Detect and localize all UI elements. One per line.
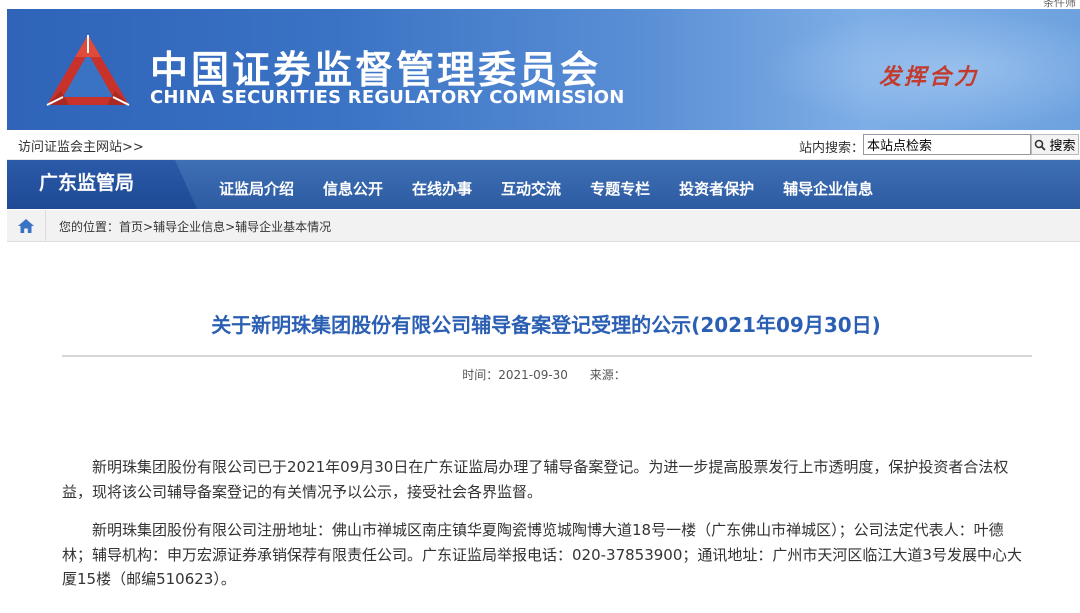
nav-item-interaction[interactable]: 互动交流 [501, 178, 561, 199]
magnifier-icon [1035, 139, 1047, 151]
csrc-logo-icon [46, 35, 130, 106]
article-title: 关于新明珠集团股份有限公司辅导备案登记受理的公示(2021年09月30日) [211, 313, 881, 337]
nav-item-online-services[interactable]: 在线办事 [412, 178, 472, 199]
breadcrumb-prefix: 您的位置： [59, 220, 120, 234]
breadcrumb-home[interactable]: 首页 [119, 220, 143, 234]
header-banner: 中国证券监督管理委员会 CHINA SECURITIES REGULATORY … [7, 9, 1080, 130]
nav-item-special-topics[interactable]: 专题专栏 [590, 178, 650, 199]
nav-item-tutoring-info[interactable]: 辅导企业信息 [783, 178, 873, 199]
breadcrumb: 您的位置：首页>辅导企业信息>辅导企业基本情况 [59, 218, 331, 235]
slogan: 发挥合力 [879, 64, 980, 90]
home-icon [18, 218, 34, 233]
article-meta: 时间：2021-09-30 来源： [0, 366, 1080, 383]
search-button[interactable]: 搜索 [1031, 134, 1079, 155]
visit-main-site-link[interactable]: 访问证监会主网站>> [18, 136, 144, 155]
nav-item-investor-protection[interactable]: 投资者保护 [679, 178, 754, 199]
home-button[interactable] [7, 210, 46, 241]
dept-tab[interactable]: 广东监管局 [7, 160, 197, 209]
article-paragraph: 新明珠集团股份有限公司已于2021年09月30日在广东证监局办理了辅导备案登记。… [62, 458, 1009, 501]
breadcrumb-sep: > [143, 220, 154, 234]
site-title-en: CHINA SECURITIES REGULATORY COMMISSION [150, 87, 625, 108]
nav-item-info-disclosure[interactable]: 信息公开 [323, 178, 383, 199]
search-label: 站内搜索： [799, 141, 865, 156]
breadcrumb-tutoring-basic[interactable]: 辅导企业基本情况 [235, 220, 331, 234]
utility-bar: 访问证监会主网站>> 站内搜索： 搜索 [7, 130, 1080, 160]
breadcrumb-sep: > [225, 220, 236, 234]
breadcrumb-bar: 您的位置：首页>辅导企业信息>辅导企业基本情况 [7, 210, 1080, 242]
site-search-input[interactable] [863, 134, 1031, 155]
title-divider [62, 355, 1032, 357]
nav-item-intro[interactable]: 证监局介绍 [219, 178, 294, 199]
site-title-cn: 中国证券监督管理委员会 [150, 47, 602, 92]
search-button-label: 搜索 [1049, 139, 1076, 154]
main-nav: 广东监管局 证监局介绍 信息公开 在线办事 互动交流 专题专栏 投资者保护 辅导… [7, 160, 1080, 209]
publish-time: 时间：2021-09-30 [462, 368, 568, 382]
article-paragraph: 新明珠集团股份有限公司注册地址：佛山市禅城区南庄镇华夏陶瓷博览城陶博大道18号一… [62, 521, 1022, 588]
top-strip: 条件筛 [0, 0, 1080, 9]
dept-name: 广东监管局 [39, 172, 135, 194]
breadcrumb-tutoring-info[interactable]: 辅导企业信息 [153, 220, 225, 234]
nav-items: 证监局介绍 信息公开 在线办事 互动交流 专题专栏 投资者保护 辅导企业信息 [219, 178, 902, 199]
article-source: 来源： [589, 368, 626, 382]
